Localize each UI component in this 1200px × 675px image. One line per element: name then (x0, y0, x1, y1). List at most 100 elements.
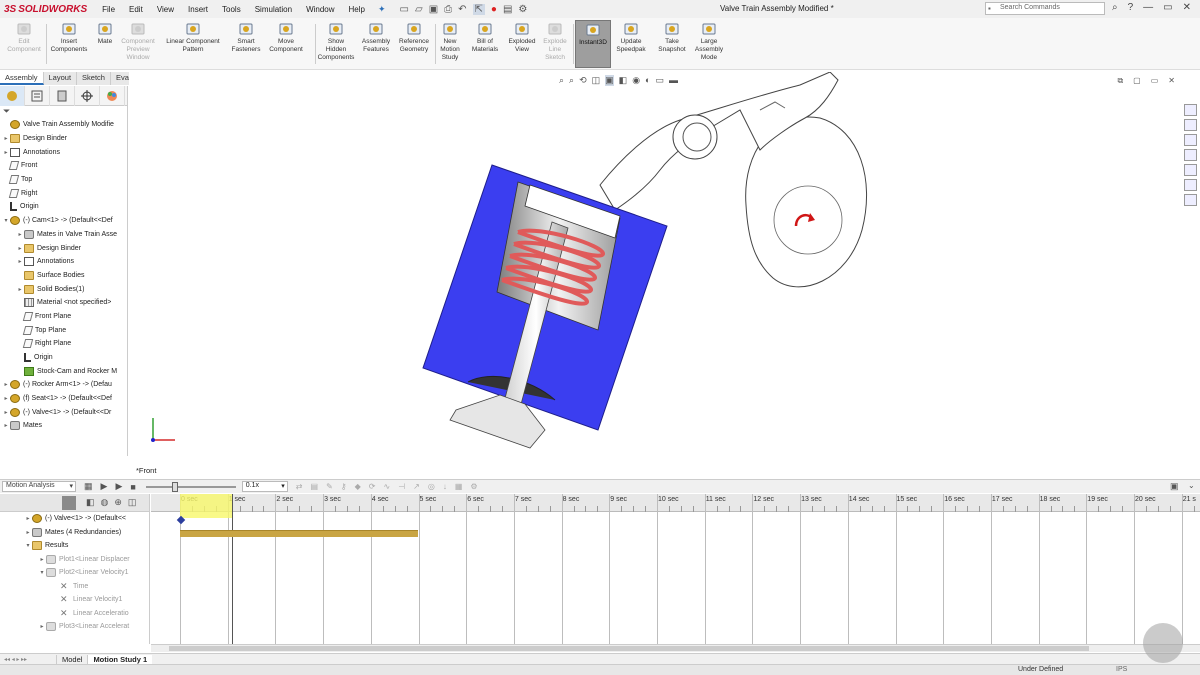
tree-item[interactable]: ▸ Mates in Valve Train Asse (0, 228, 127, 242)
tab-sketch[interactable]: Sketch (77, 72, 111, 85)
explode-line-button[interactable]: Explode Line Sketch (540, 22, 570, 62)
expand-arrow-icon[interactable]: ▾ (38, 569, 46, 576)
filter-driving-icon[interactable]: ◧ (86, 497, 95, 508)
design-library-icon[interactable] (1184, 119, 1197, 131)
feature-manager-tab-icon[interactable] (0, 86, 25, 106)
insert-components-button[interactable]: Insert Components (48, 22, 90, 54)
motion-tree-item[interactable]: ▾ Results (0, 539, 149, 553)
motion-tree-item[interactable]: ▸ Plot1<Linear Displacer (0, 553, 149, 567)
file-explorer-icon[interactable] (1184, 134, 1197, 146)
menu-help[interactable]: Help (342, 5, 372, 14)
expand-arrow-icon[interactable]: ▸ (2, 149, 10, 156)
expand-arrow-icon[interactable]: ▾ (24, 542, 32, 549)
tree-item[interactable]: Material <not specified> (0, 296, 127, 310)
pin-icon[interactable]: ✦ (378, 4, 386, 15)
playback-mode-icon[interactable]: ⇄ (296, 482, 303, 491)
timeline-scroll-thumb[interactable] (169, 646, 1089, 651)
tree-item[interactable]: ▸ (f) Seat<1> -> (Default<<Def (0, 392, 127, 406)
expand-arrow-icon[interactable]: ▸ (16, 245, 24, 252)
expand-arrow-icon[interactable]: ▸ (16, 258, 24, 265)
tree-item[interactable]: ▸ Annotations (0, 145, 127, 159)
new-motion-study-button[interactable]: New Motion Study (436, 22, 464, 62)
expand-arrow-icon[interactable]: ▸ (2, 395, 10, 402)
graphics-area[interactable]: ⌕ ⌕ ⟲ ◫ ▣ ◧ ◉ ◐ ▭ ▬ ⧉ ▢ ▭ ✕ *Front (129, 72, 1181, 478)
motion-study-properties-icon[interactable]: ⚙ (470, 482, 477, 491)
maximize-icon[interactable]: ▭ (1163, 2, 1172, 13)
help-icon[interactable]: ? (1128, 2, 1134, 13)
menu-simulation[interactable]: Simulation (248, 5, 299, 14)
timeline-ruler[interactable]: 0 sec1 sec2 sec3 sec4 sec5 sec6 sec7 sec… (151, 494, 1200, 512)
preview-window-button[interactable]: Component Preview Window (118, 22, 158, 62)
menu-insert[interactable]: Insert (181, 5, 215, 14)
assembly-features-button[interactable]: Assembly Features (360, 22, 392, 54)
tree-item[interactable]: Right Plane (0, 337, 127, 351)
show-hidden-button[interactable]: Show Hidden Components (316, 22, 356, 62)
expand-arrow-icon[interactable]: ▸ (2, 381, 10, 388)
edit-component-button[interactable]: Edit Component (4, 22, 44, 54)
motion-timeline[interactable]: 0 sec1 sec2 sec3 sec4 sec5 sec6 sec7 sec… (151, 494, 1200, 644)
tree-item[interactable]: ▸ Solid Bodies(1) (0, 282, 127, 296)
collapse-motion-manager-icon[interactable]: ▣ (1170, 481, 1179, 492)
unit-system[interactable]: IPS (1116, 666, 1127, 673)
instant3d-button[interactable]: Instant3D (575, 20, 611, 68)
linear-pattern-button[interactable]: Linear Component Pattern (160, 22, 226, 54)
tree-item[interactable]: ▸ (-) Rocker Arm<1> -> (Defau (0, 378, 127, 392)
save-animation-icon[interactable]: ▤ (311, 482, 319, 491)
play-from-start-icon[interactable]: ▶ (101, 481, 108, 492)
motion-tree-item[interactable]: ✕ Linear Acceleratio (0, 607, 149, 621)
search-icon[interactable]: ⌕ (1112, 2, 1118, 13)
menu-file[interactable]: File (95, 5, 122, 14)
expand-arrow-icon[interactable]: ▸ (2, 135, 10, 142)
tree-item[interactable]: Front Plane (0, 310, 127, 324)
filter-icon[interactable]: ⏷ (0, 106, 127, 118)
motion-tree-item[interactable]: ▸ Plot3<Linear Accelerat (0, 620, 149, 634)
move-component-button[interactable]: Move Component (267, 22, 305, 54)
contact-icon[interactable]: ◎ (428, 482, 435, 491)
calculate-icon[interactable]: ▦ (84, 481, 93, 492)
minimize-icon[interactable]: — (1143, 2, 1153, 13)
tree-item[interactable]: ▸ Annotations (0, 255, 127, 269)
tree-item[interactable]: ▸ (-) Valve<1> -> (Default<<Dr (0, 405, 127, 419)
tab-motion-study-1[interactable]: Motion Study 1 (87, 654, 153, 664)
custom-properties-icon[interactable] (1184, 179, 1197, 191)
add-key-icon[interactable]: ◆ (355, 482, 361, 491)
tree-item[interactable]: Top (0, 173, 127, 187)
results-plots-icon[interactable]: ▦ (455, 482, 463, 491)
view-palette-icon[interactable] (1184, 149, 1197, 161)
autokey-icon[interactable]: ⚷ (341, 482, 347, 491)
tree-item[interactable]: ▸ Design Binder (0, 132, 127, 146)
open-icon[interactable]: ▱ (415, 4, 423, 15)
tab-navigation-arrows[interactable]: ◂◂ ◂ ▸ ▸▸ (0, 656, 56, 663)
mate-button[interactable]: Mate (94, 22, 116, 46)
tree-item[interactable]: ▸ Design Binder (0, 241, 127, 255)
motion-tree-item[interactable]: ▸ Mates (4 Redundancies) (0, 526, 149, 540)
undo-icon[interactable]: ↶ (458, 4, 466, 15)
minimize-panel-icon[interactable]: ⌄ (1188, 481, 1195, 490)
play-icon[interactable]: ▶ (115, 481, 122, 492)
tree-item[interactable]: ▸ Mates (0, 419, 127, 433)
menu-view[interactable]: View (150, 5, 181, 14)
time-bar[interactable] (232, 494, 233, 644)
expand-arrow-icon[interactable]: ▸ (16, 286, 24, 293)
options-icon[interactable]: ⚙ (518, 4, 527, 15)
gravity-icon[interactable]: ↓ (443, 482, 447, 491)
expand-arrow-icon[interactable]: ▸ (2, 409, 10, 416)
motion-tree-item[interactable]: ▾ Plot2<Linear Velocity1 (0, 566, 149, 580)
large-assembly-button[interactable]: Large Assembly Mode (694, 22, 724, 62)
motion-tree-item[interactable]: ✕ Linear Velocity1 (0, 593, 149, 607)
tree-item[interactable]: Origin (0, 200, 127, 214)
spring-icon[interactable]: ∿ (383, 482, 390, 491)
filter-selected-icon[interactable]: ◍ (101, 497, 109, 508)
display-manager-tab-icon[interactable] (100, 86, 125, 106)
tab-assembly[interactable]: Assembly (0, 72, 44, 85)
force-icon[interactable]: ↗ (413, 482, 420, 491)
search-commands-input[interactable]: ▪ Search Commands (985, 2, 1105, 15)
study-type-select[interactable]: Motion Analysis (2, 481, 76, 492)
tree-item[interactable]: Origin (0, 351, 127, 365)
appearances-icon[interactable] (1184, 164, 1197, 176)
motion-tree-item[interactable]: ✕ Time (0, 580, 149, 594)
dimxpert-tab-icon[interactable] (75, 86, 100, 106)
tree-item[interactable]: Top Plane (0, 323, 127, 337)
tree-item[interactable]: Front (0, 159, 127, 173)
expand-arrow-icon[interactable]: ▸ (24, 515, 32, 522)
